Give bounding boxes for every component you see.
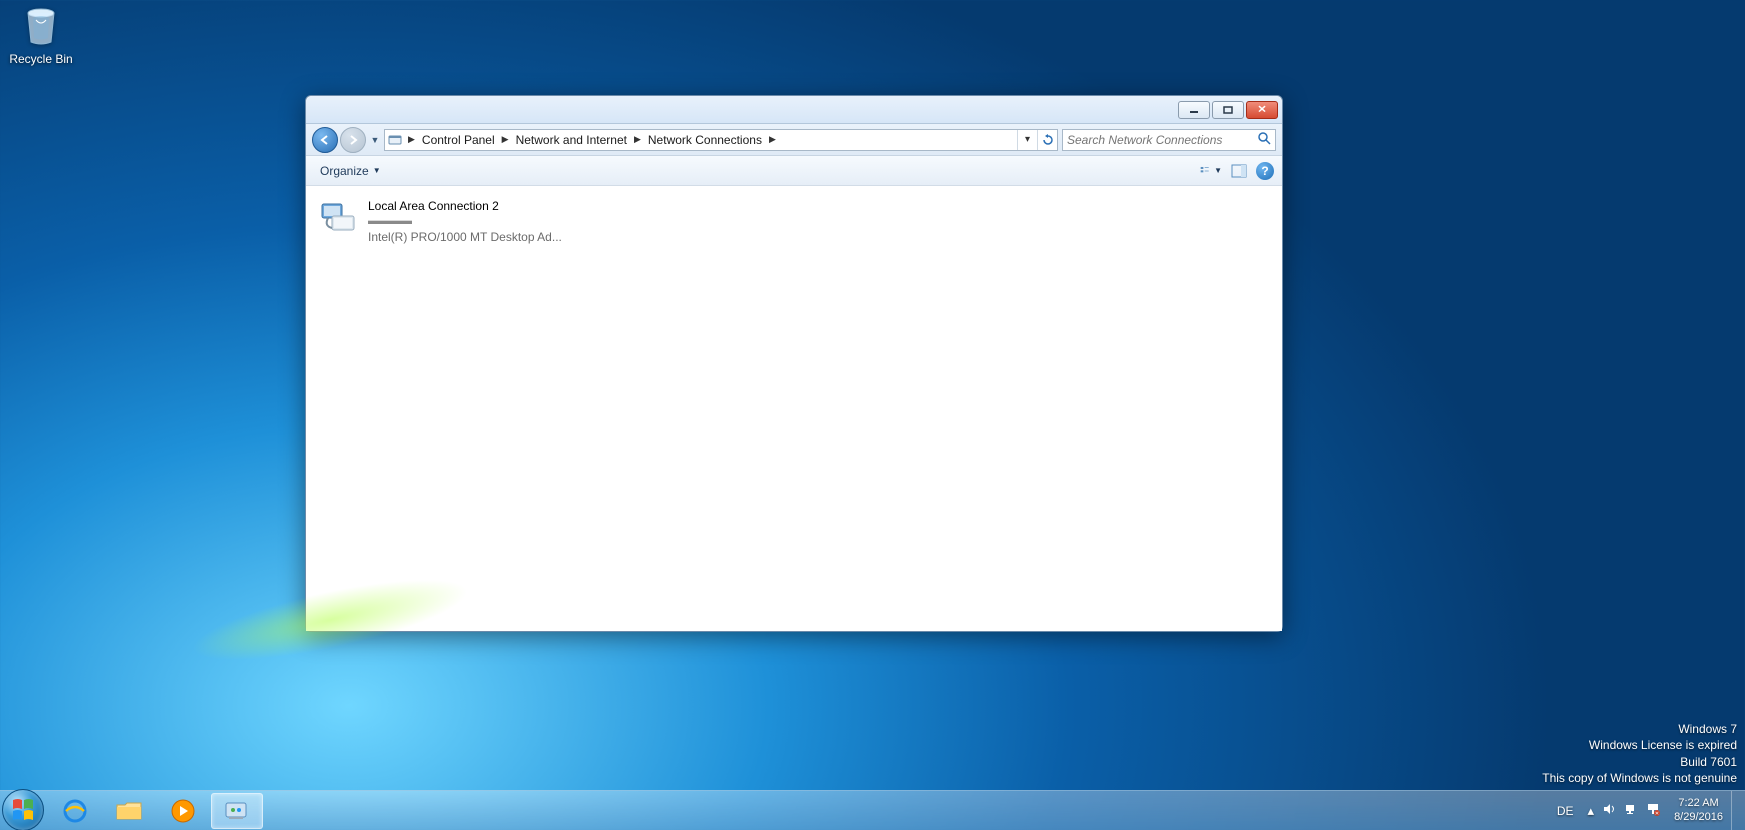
network-adapter-icon <box>318 198 358 238</box>
location-icon <box>385 132 405 148</box>
volume-icon[interactable] <box>1602 802 1616 819</box>
recycle-bin-icon <box>17 2 65 50</box>
address-dropdown-button[interactable]: ▾ <box>1017 130 1037 150</box>
organize-menu[interactable]: Organize ▼ <box>314 161 387 181</box>
preview-pane-button[interactable] <box>1228 160 1250 182</box>
network-tray-icon[interactable] <box>1624 802 1638 819</box>
help-button[interactable]: ? <box>1256 162 1274 180</box>
content-area[interactable]: Local Area Connection 2 ▬▬▬▬ Intel(R) PR… <box>306 186 1282 631</box>
language-indicator[interactable]: DE <box>1549 804 1582 818</box>
start-button[interactable] <box>2 789 44 830</box>
breadcrumb-network-internet[interactable]: Network and Internet <box>512 133 631 147</box>
taskbar: DE ▴ ✕ 7:22 AM 8/29/2016 <box>0 790 1745 830</box>
system-tray: DE ▴ ✕ 7:22 AM 8/29/2016 <box>1549 791 1745 830</box>
search-box[interactable] <box>1062 129 1276 151</box>
connection-adapter: Intel(R) PRO/1000 MT Desktop Ad... <box>368 229 562 245</box>
search-icon[interactable] <box>1258 132 1271 148</box>
connection-name: Local Area Connection 2 <box>368 198 562 214</box>
taskbar-explorer-button[interactable] <box>103 793 155 829</box>
forward-button[interactable] <box>340 127 366 153</box>
view-options-button[interactable]: ▼ <box>1200 160 1222 182</box>
breadcrumb-sep-icon[interactable]: ▶ <box>766 134 779 145</box>
breadcrumb-network-connections[interactable]: Network Connections <box>644 133 766 147</box>
clock-time: 7:22 AM <box>1674 797 1723 810</box>
watermark-line: Build 7601 <box>1542 754 1737 770</box>
watermark-line: Windows License is expired <box>1542 737 1737 753</box>
svg-text:✕: ✕ <box>1655 811 1659 816</box>
action-center-icon[interactable]: ✕ <box>1646 802 1660 819</box>
nav-history-dropdown[interactable]: ▼ <box>368 127 382 153</box>
organize-label: Organize <box>320 164 369 178</box>
clock[interactable]: 7:22 AM 8/29/2016 <box>1666 797 1731 823</box>
show-hidden-icons-button[interactable]: ▴ <box>1588 803 1595 819</box>
activation-watermark: Windows 7 Windows License is expired Bui… <box>1542 721 1737 786</box>
breadcrumb-sep-icon[interactable]: ▶ <box>631 134 644 145</box>
breadcrumb-sep-icon[interactable]: ▶ <box>405 134 418 145</box>
chevron-down-icon: ▼ <box>373 166 381 175</box>
chevron-down-icon: ▼ <box>1214 166 1222 175</box>
recycle-bin-label: Recycle Bin <box>6 52 76 66</box>
close-button[interactable]: ✕ <box>1246 101 1278 119</box>
toolbar: Organize ▼ ▼ ? <box>306 156 1282 186</box>
window-titlebar[interactable]: ✕ <box>306 96 1282 124</box>
watermark-line: This copy of Windows is not genuine <box>1542 770 1737 786</box>
breadcrumb-control-panel[interactable]: Control Panel <box>418 133 499 147</box>
search-input[interactable] <box>1067 133 1258 147</box>
breadcrumb-sep-icon[interactable]: ▶ <box>499 134 512 145</box>
navigation-row: ▼ ▶ Control Panel ▶ Network and Internet… <box>306 124 1282 156</box>
recycle-bin[interactable]: Recycle Bin <box>6 2 76 66</box>
taskbar-control-panel-button[interactable] <box>211 793 263 829</box>
show-desktop-button[interactable] <box>1731 791 1745 830</box>
clock-date: 8/29/2016 <box>1674 811 1723 824</box>
taskbar-ie-button[interactable] <box>49 793 101 829</box>
connection-status: ▬▬▬▬ <box>368 214 562 229</box>
taskbar-media-player-button[interactable] <box>157 793 209 829</box>
minimize-button[interactable] <box>1178 101 1210 119</box>
maximize-button[interactable] <box>1212 101 1244 119</box>
address-bar[interactable]: ▶ Control Panel ▶ Network and Internet ▶… <box>384 129 1058 151</box>
network-connection-item[interactable]: Local Area Connection 2 ▬▬▬▬ Intel(R) PR… <box>314 194 594 249</box>
watermark-line: Windows 7 <box>1542 721 1737 737</box>
refresh-button[interactable] <box>1037 130 1057 150</box>
explorer-window: ✕ ▼ ▶ Control Panel ▶ Network and Intern… <box>305 95 1283 632</box>
back-button[interactable] <box>312 127 338 153</box>
